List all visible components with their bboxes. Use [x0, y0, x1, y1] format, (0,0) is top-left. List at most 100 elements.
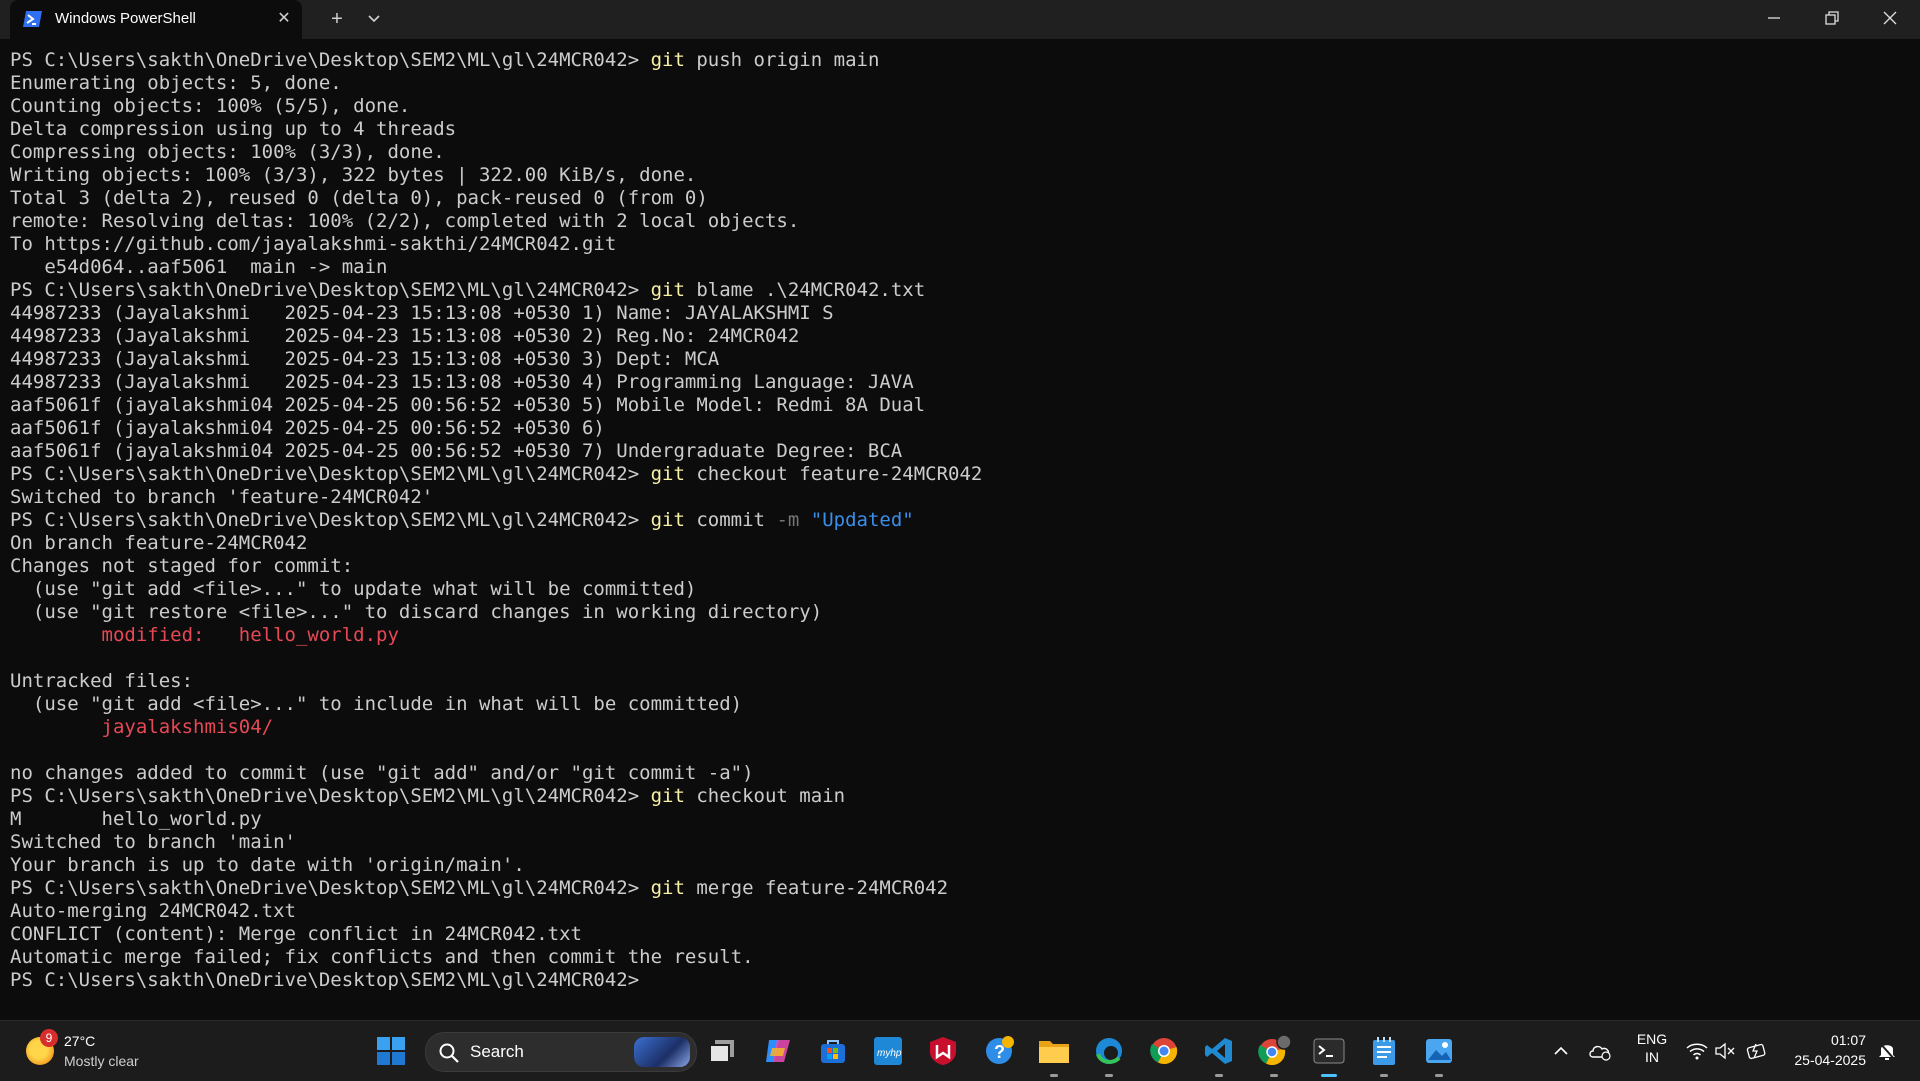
terminal-line: modified: hello_world.py: [10, 624, 982, 647]
chevron-down-icon: [368, 15, 380, 23]
terminal-line: Your branch is up to date with 'origin/m…: [10, 854, 982, 877]
language-indicator[interactable]: ENG IN: [1634, 1031, 1670, 1065]
terminal-text: Delta compression using up to 4 threads: [10, 118, 457, 140]
terminal-text: PS C:\Users\sakth\OneDrive\Desktop\SEM2\…: [10, 509, 651, 531]
running-indicator: [1105, 1074, 1113, 1077]
running-indicator: [1050, 1074, 1058, 1077]
terminal-text: Counting objects: 100% (5/5), done.: [10, 95, 411, 117]
terminal-text: Your branch is up to date with 'origin/m…: [10, 854, 525, 876]
weather-widget[interactable]: 9 27°C Mostly clear: [20, 1029, 200, 1073]
onedrive-tray-button[interactable]: [1584, 1031, 1616, 1071]
volume-muted-icon: [1715, 1042, 1735, 1060]
terminal-text: PS C:\Users\sakth\OneDrive\Desktop\SEM2\…: [10, 877, 651, 899]
terminal-text: aaf5061f (jayalakshmi04 2025-04-25 00:56…: [10, 440, 903, 462]
edge-button[interactable]: [1089, 1031, 1129, 1077]
terminal-text: Untracked files:: [10, 670, 194, 692]
terminal-line: remote: Resolving deltas: 100% (2/2), co…: [10, 210, 982, 233]
show-hidden-icons-button[interactable]: [1541, 1031, 1581, 1071]
running-indicator: [1270, 1074, 1278, 1077]
get-help-button[interactable]: ?: [979, 1031, 1019, 1071]
terminal-line: Switched to branch 'feature-24MCR042': [10, 486, 982, 509]
notepad-button[interactable]: [1364, 1031, 1404, 1077]
help-icon: ?: [986, 1036, 1014, 1064]
clock-date[interactable]: 25-04-2025: [1766, 1052, 1866, 1068]
windows-start-icon: [377, 1037, 405, 1065]
running-indicator: [1215, 1074, 1223, 1077]
minimize-button[interactable]: [1746, 0, 1804, 39]
terminal-text: 44987233 (Jayalakshmi 2025-04-23 15:13:0…: [10, 348, 720, 370]
maximize-button[interactable]: [1804, 0, 1862, 39]
taskbar-search[interactable]: Search: [425, 1032, 697, 1072]
weather-condition: Mostly clear: [64, 1053, 139, 1069]
mcafee-button[interactable]: [923, 1031, 963, 1071]
terminal-text: blame .\24MCR042.txt: [684, 279, 926, 301]
terminal-text: PS C:\Users\sakth\OneDrive\Desktop\SEM2\…: [10, 49, 651, 71]
taskbar: 9 27°C Mostly clear Search myhp ? ENG IN…: [0, 1020, 1920, 1081]
chrome-profile-button[interactable]: [1254, 1031, 1294, 1077]
terminal-line: 44987233 (Jayalakshmi 2025-04-23 15:13:0…: [10, 302, 982, 325]
terminal-text: checkout feature-24MCR042: [684, 463, 983, 485]
volume-button[interactable]: [1713, 1031, 1739, 1071]
terminal-line: aaf5061f (jayalakshmi04 2025-04-25 00:56…: [10, 417, 982, 440]
new-tab-button[interactable]: +: [323, 6, 351, 32]
terminal-text: To https://github.com/jayalakshmi-sakthi…: [10, 233, 617, 255]
copilot-button[interactable]: [758, 1031, 798, 1071]
terminal-text: checkout main: [684, 785, 846, 807]
svg-text:myhp: myhp: [877, 1048, 902, 1059]
terminal-text: jayalakshmis04/: [101, 716, 274, 738]
clock-time[interactable]: 01:07: [1786, 1032, 1866, 1048]
notepad-icon: [1373, 1037, 1395, 1065]
file-explorer-icon: [1039, 1041, 1069, 1063]
terminal-text: modified: hello_world.py: [101, 624, 399, 646]
terminal-text: (use "git add <file>..." to update what …: [10, 578, 697, 600]
terminal-text: Total 3 (delta 2), reused 0 (delta 0), p…: [10, 187, 708, 209]
command-keyword: git: [650, 49, 685, 71]
running-indicator: [1380, 1074, 1388, 1077]
terminal-text: On branch feature-24MCR042: [10, 532, 308, 554]
terminal-line: Automatic merge failed; fix conflicts an…: [10, 946, 982, 969]
tab-dropdown-button[interactable]: [360, 6, 388, 32]
tab-windows-powershell[interactable]: Windows PowerShell ✕: [10, 0, 302, 39]
terminal-taskbar-button[interactable]: [1309, 1031, 1349, 1077]
terminal-text: 44987233 (Jayalakshmi 2025-04-23 15:13:0…: [10, 371, 914, 393]
microsoft-store-button[interactable]: [813, 1031, 853, 1071]
close-button[interactable]: [1862, 0, 1920, 39]
terminal-output[interactable]: PS C:\Users\sakth\OneDrive\Desktop\SEM2\…: [0, 39, 1904, 1039]
terminal-line: PS C:\Users\sakth\OneDrive\Desktop\SEM2\…: [10, 463, 982, 486]
search-icon: [439, 1043, 459, 1063]
command-keyword: git: [650, 279, 685, 301]
chrome-icon: [1150, 1038, 1178, 1065]
language-code: ENG: [1636, 1031, 1668, 1047]
myhp-button[interactable]: myhp: [868, 1031, 908, 1071]
terminal-line: aaf5061f (jayalakshmi04 2025-04-25 00:56…: [10, 440, 982, 463]
terminal-text: PS C:\Users\sakth\OneDrive\Desktop\SEM2\…: [10, 463, 651, 485]
terminal-text: Switched to branch 'main': [10, 831, 296, 853]
terminal-line: aaf5061f (jayalakshmi04 2025-04-25 00:56…: [10, 394, 982, 417]
close-tab-icon[interactable]: ✕: [274, 9, 294, 29]
photos-button[interactable]: [1419, 1031, 1459, 1077]
myhp-icon: myhp: [874, 1037, 902, 1065]
terminal-line: To https://github.com/jayalakshmi-sakthi…: [10, 233, 982, 256]
terminal-line: Untracked files:: [10, 670, 982, 693]
start-button[interactable]: [371, 1031, 411, 1071]
command-keyword: git: [650, 877, 685, 899]
terminal-line: Compressing objects: 100% (3/3), done.: [10, 141, 982, 164]
terminal-text: merge feature-24MCR042: [684, 877, 949, 899]
terminal-text: remote: Resolving deltas: 100% (2/2), co…: [10, 210, 800, 232]
terminal-line: PS C:\Users\sakth\OneDrive\Desktop\SEM2\…: [10, 279, 982, 302]
network-button[interactable]: [1684, 1031, 1710, 1071]
vscode-button[interactable]: [1199, 1031, 1239, 1077]
title-bar: Windows PowerShell ✕ +: [0, 0, 1920, 39]
chrome-button[interactable]: [1144, 1031, 1184, 1071]
minimize-icon: [1768, 17, 1780, 19]
notifications-button[interactable]: [1874, 1031, 1900, 1071]
region-code: IN: [1645, 1049, 1659, 1065]
terminal-text: PS C:\Users\sakth\OneDrive\Desktop\SEM2\…: [10, 785, 651, 807]
terminal-text: -m: [776, 509, 800, 531]
task-view-icon: [709, 1040, 734, 1063]
terminal-line: Total 3 (delta 2), reused 0 (delta 0), p…: [10, 187, 982, 210]
task-view-button[interactable]: [702, 1031, 742, 1071]
terminal-text: push origin main: [684, 49, 880, 71]
file-explorer-button[interactable]: [1034, 1031, 1074, 1077]
